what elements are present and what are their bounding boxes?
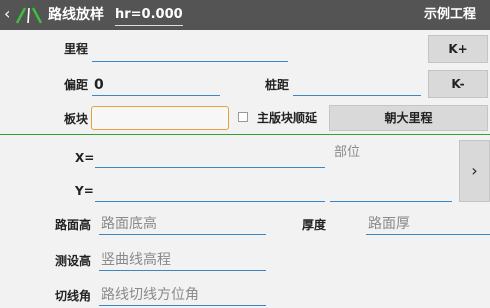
survey-elevation-label: 测设高 (55, 254, 92, 268)
stake-distance-label: 桩距 (265, 78, 290, 92)
x-value-field (95, 146, 325, 168)
toward-large-mileage-button[interactable]: 朝大里程 (329, 105, 488, 131)
tangent-angle-input[interactable]: 路线切线方位角 (99, 284, 266, 306)
thickness-input[interactable]: 路面厚 (366, 213, 490, 235)
section-divider (0, 134, 490, 135)
survey-elevation-input[interactable]: 竖曲线高程 (99, 249, 266, 271)
part-value-field[interactable] (330, 180, 452, 202)
mileage-input[interactable] (92, 40, 288, 62)
offset-input[interactable]: 0 (92, 74, 220, 96)
k-plus-button[interactable]: K+ (428, 35, 488, 63)
slab-label: 板块 (64, 112, 89, 126)
tangent-angle-label: 切线角 (55, 289, 92, 303)
road-logo-icon (15, 7, 43, 24)
top-bar: ‹ 路线放样 hr=0.000 示例工程 (0, 0, 490, 30)
offset-label: 偏距 (64, 78, 89, 92)
main-slab-checkbox[interactable] (238, 112, 248, 122)
slab-input[interactable] (91, 106, 229, 130)
mileage-label: 里程 (64, 42, 89, 56)
back-icon[interactable]: ‹ (4, 5, 10, 23)
road-elevation-input[interactable]: 路面底高 (99, 213, 266, 235)
stake-distance-input[interactable] (293, 74, 421, 96)
k-minus-button[interactable]: K- (428, 70, 488, 98)
page-title: 路线放样 (48, 7, 104, 23)
y-label: Y= (75, 184, 94, 198)
part-field[interactable]: 部位 (334, 144, 360, 162)
expand-arrow-button[interactable]: › (459, 140, 490, 202)
road-elevation-label: 路面高 (55, 218, 92, 232)
thickness-label: 厚度 (302, 218, 327, 232)
main-slab-label: 主版块顺延 (257, 111, 318, 125)
y-value-field (95, 180, 325, 202)
x-label: X= (75, 151, 95, 165)
project-name[interactable]: 示例工程 (424, 6, 476, 24)
hr-value[interactable]: hr=0.000 (115, 6, 183, 26)
